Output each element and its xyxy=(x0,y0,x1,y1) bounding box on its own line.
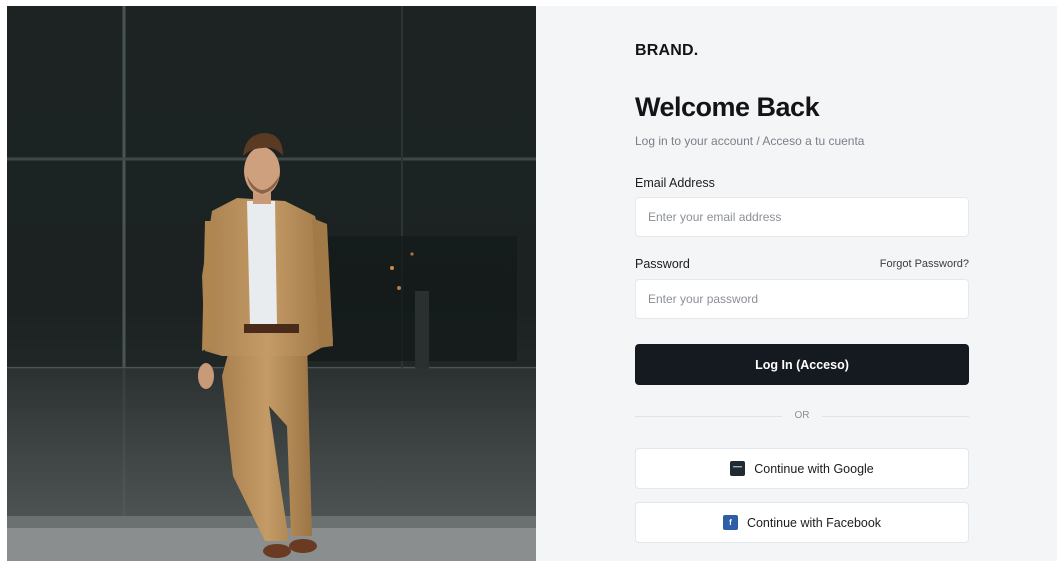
google-icon-glyph xyxy=(733,466,743,468)
hero-photo-illustration xyxy=(7,6,536,561)
continue-with-google-button[interactable]: Continue with Google xyxy=(635,448,969,489)
facebook-button-label: Continue with Facebook xyxy=(746,515,882,530)
hero-photo xyxy=(7,6,536,561)
password-field[interactable] xyxy=(635,279,969,319)
or-divider: OR xyxy=(635,409,969,423)
login-panel: BRAND. Welcome Back Log in to your accou… xyxy=(536,6,1057,561)
email-label: Email Address xyxy=(635,176,715,190)
page-title: Welcome Back xyxy=(635,92,820,122)
facebook-icon-glyph: f xyxy=(729,518,732,527)
continue-with-facebook-button[interactable]: f Continue with Facebook xyxy=(635,502,969,543)
page-subtitle: Log in to your account / Acceso a tu cue… xyxy=(635,134,865,148)
google-button-label: Continue with Google xyxy=(754,461,874,476)
login-button[interactable]: Log In (Acceso) xyxy=(635,344,969,385)
divider-line-right xyxy=(822,416,969,417)
facebook-icon: f xyxy=(722,515,738,530)
forgot-password-link[interactable]: Forgot Password? xyxy=(880,258,969,270)
brand-logo: BRAND. xyxy=(635,42,699,59)
email-field[interactable] xyxy=(635,197,969,237)
google-icon xyxy=(730,461,746,476)
password-label: Password xyxy=(635,257,690,271)
